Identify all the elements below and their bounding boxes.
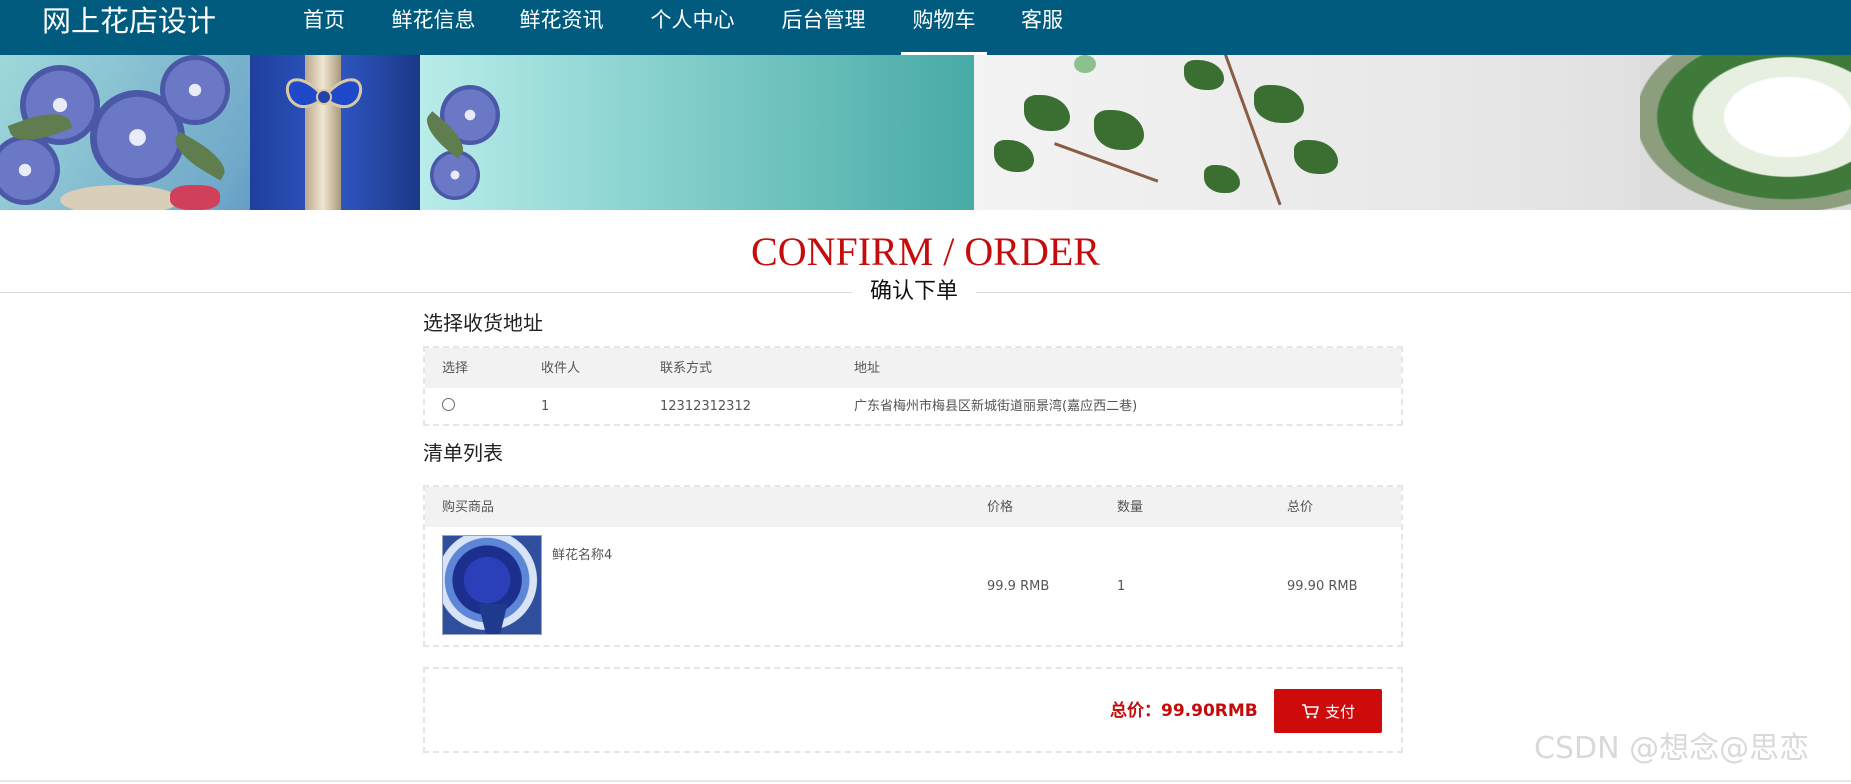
page-title-zh: 确认下单 (852, 278, 976, 306)
product-quantity: 1 (1117, 579, 1126, 594)
page-title-en: CONFIRM / ORDER (751, 229, 1100, 274)
watermark: CSDN @想念@思恋 (1534, 731, 1810, 766)
nav-item-service[interactable]: 客服 (1020, 0, 1064, 55)
product-price: 99.9 RMB (987, 579, 1050, 594)
cart-icon (1301, 704, 1319, 719)
address-table: 选择 收件人 联系方式 地址 1 12312312312 广东省梅州市梅县区新城… (423, 346, 1403, 426)
nav-item-home[interactable]: 首页 (302, 0, 346, 55)
nav-item-admin[interactable]: 后台管理 (779, 0, 868, 55)
order-section-label: 清单列表 (423, 441, 503, 465)
address-section-label: 选择收货地址 (423, 311, 543, 335)
nav-item-flower-news[interactable]: 鲜花资讯 (517, 0, 606, 55)
banner-teal-section (419, 55, 974, 210)
col-header-price: 价格 (987, 500, 1014, 515)
col-header-product: 购买商品 (442, 500, 495, 515)
payment-box: 总价：99.90RMB 支付 (423, 667, 1403, 753)
nav-item-cart[interactable]: 购物车 (901, 0, 987, 55)
col-header-recipient: 收件人 (541, 361, 581, 376)
recipient-value: 1 (541, 399, 550, 414)
order-table-header: 购买商品 价格 数量 总价 (425, 487, 1401, 527)
pay-button[interactable]: 支付 (1274, 689, 1382, 733)
footer-divider (0, 780, 1851, 782)
pay-button-label: 支付 (1324, 702, 1355, 721)
product-image[interactable] (442, 535, 542, 635)
address-select-radio[interactable] (442, 398, 455, 411)
address-table-header: 选择 收件人 联系方式 地址 (425, 348, 1401, 388)
product-name[interactable]: 鲜花名称4 (552, 547, 612, 565)
site-brand[interactable]: 网上花店设计 (42, 4, 216, 38)
ribbon-bow-icon (285, 78, 363, 109)
hero-banner (0, 55, 1851, 210)
order-total: 总价：99.90RMB (1110, 701, 1258, 721)
order-table: 购买商品 价格 数量 总价 鲜花名称4 99.9 RMB 1 99.90 RMB (423, 485, 1403, 647)
col-header-quantity: 数量 (1117, 500, 1144, 515)
col-header-address: 地址 (854, 361, 881, 376)
top-nav-bar: 网上花店设计 首页 鲜花信息 鲜花资讯 个人中心 后台管理 购物车 客服 (0, 0, 1851, 55)
product-subtotal: 99.90 RMB (1287, 579, 1358, 594)
col-header-phone: 联系方式 (660, 361, 713, 376)
col-header-total: 总价 (1287, 500, 1314, 515)
address-value: 广东省梅州市梅县区新城街道丽景湾(嘉应西二巷) (854, 399, 1138, 414)
col-header-select: 选择 (442, 361, 469, 376)
phone-value: 12312312312 (660, 399, 751, 414)
nav-item-flower-info[interactable]: 鲜花信息 (389, 0, 478, 55)
nav-item-user-center[interactable]: 个人中心 (648, 0, 737, 55)
banner-white-roses (1640, 55, 1851, 210)
